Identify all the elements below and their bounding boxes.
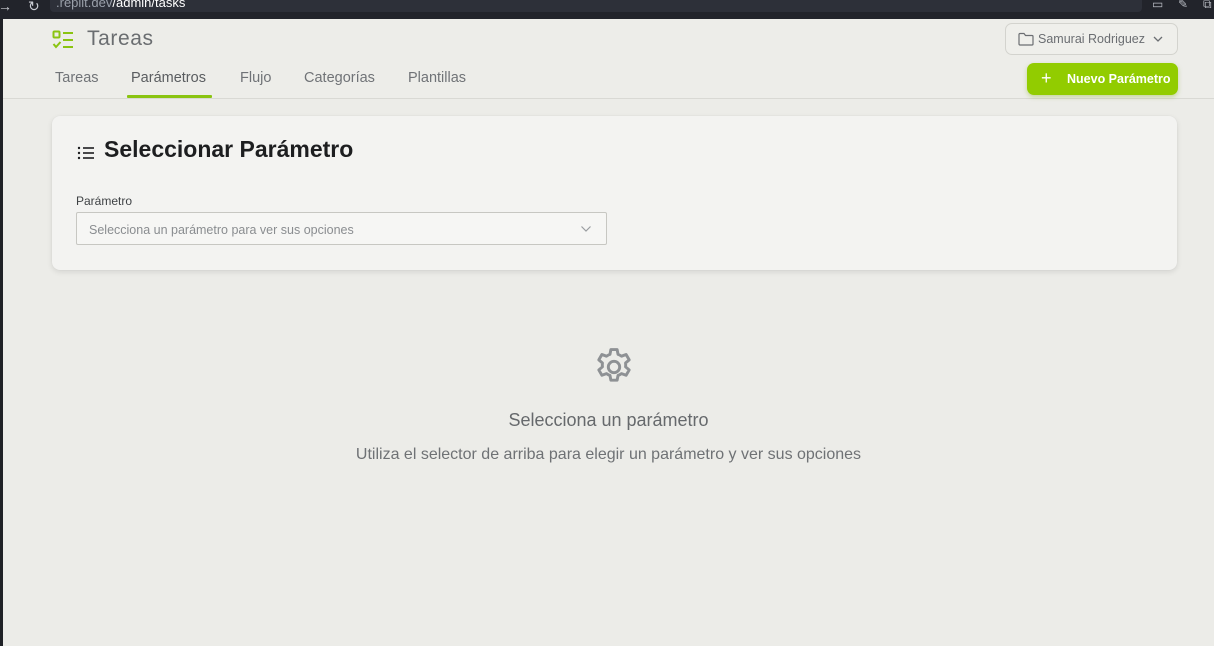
url-path: /admin/tasks — [112, 0, 186, 10]
tab-flujo[interactable]: Flujo — [240, 70, 271, 86]
folder-icon — [1018, 32, 1034, 46]
address-bar[interactable] — [50, 0, 1142, 12]
active-tab-indicator — [127, 95, 212, 98]
chevron-down-icon — [1153, 36, 1163, 42]
tab-categorias[interactable]: Categorías — [304, 70, 375, 86]
browser-toolbar: → ↻ .replit.dev/admin/tasks ▭ ✎ ⧉ — [0, 0, 1214, 19]
parameter-field-label: Parámetro — [76, 194, 133, 208]
url-domain: .replit.dev — [56, 0, 113, 10]
list-icon — [77, 146, 94, 160]
reload-icon[interactable]: ↻ — [28, 0, 40, 15]
chevron-down-icon — [581, 226, 591, 232]
card-title: Seleccionar Parámetro — [104, 136, 354, 162]
empty-state-subtitle: Utiliza el selector de arriba para elegi… — [355, 446, 862, 463]
user-selector[interactable]: Samurai Rodriguez — [1005, 23, 1178, 55]
task-list-icon — [52, 30, 73, 49]
tab-plantillas[interactable]: Plantillas — [408, 70, 466, 86]
external-link-icon[interactable]: ⧉ — [1203, 0, 1212, 12]
user-name: Samurai Rodriguez — [1038, 32, 1145, 46]
parameter-select[interactable]: Selecciona un parámetro para ver sus opc… — [76, 212, 607, 245]
select-parameter-card: Seleccionar Parámetro Parámetro Seleccio… — [52, 116, 1177, 270]
page-title: Tareas — [87, 27, 154, 50]
tab-tareas[interactable]: Tareas — [55, 70, 99, 86]
pen-icon[interactable]: ✎ — [1178, 0, 1188, 11]
app-header: Tareas Samurai Rodriguez Tareas Parámetr… — [3, 19, 1214, 99]
url-text[interactable]: .replit.dev/admin/tasks — [56, 0, 185, 10]
app-root: Tareas Samurai Rodriguez Tareas Parámetr… — [3, 19, 1214, 646]
new-parameter-button[interactable]: + Nuevo Parámetro — [1027, 63, 1178, 95]
new-parameter-label: Nuevo Parámetro — [1067, 72, 1171, 86]
gear-icon — [597, 348, 631, 382]
forward-arrow-icon[interactable]: → — [0, 0, 12, 14]
devices-icon[interactable]: ▭ — [1152, 0, 1163, 11]
parameter-select-placeholder: Selecciona un parámetro para ver sus opc… — [89, 223, 354, 237]
plus-icon: + — [1041, 68, 1052, 88]
empty-state-title: Selecciona un parámetro — [508, 410, 709, 430]
tab-parametros[interactable]: Parámetros — [131, 70, 206, 86]
